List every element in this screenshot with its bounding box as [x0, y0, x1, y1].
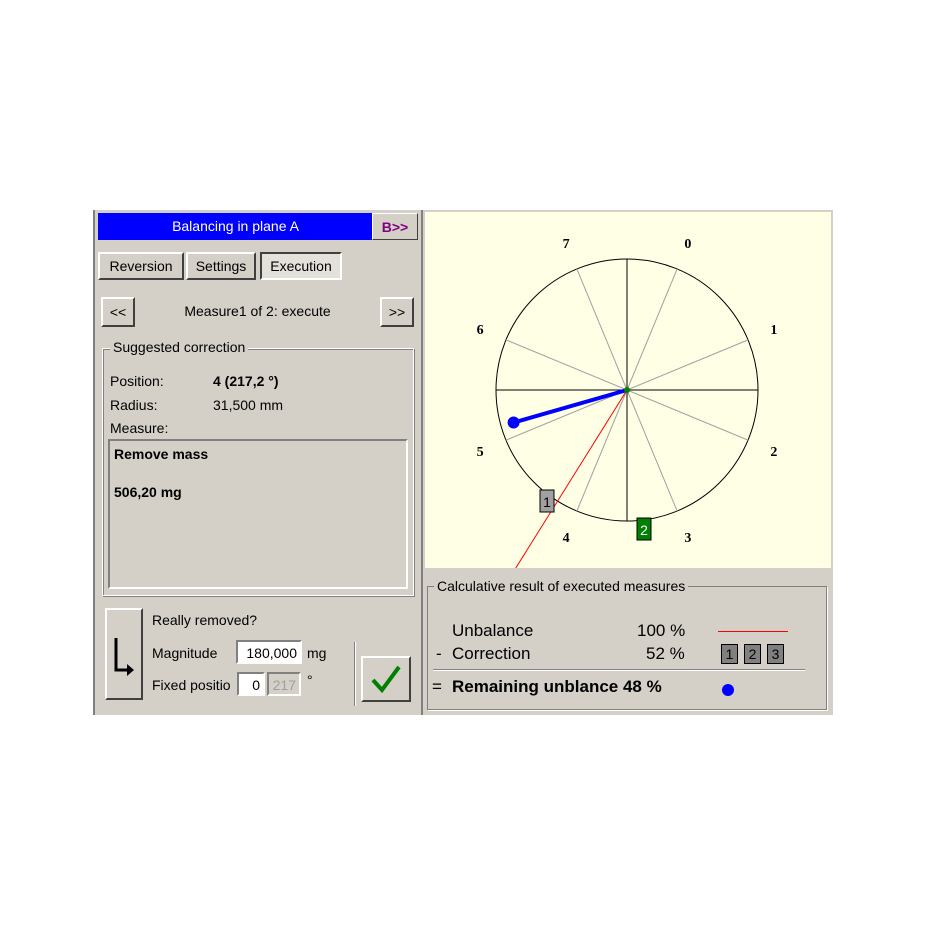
remaining-dot-legend: [722, 684, 734, 696]
position-label: 0: [684, 237, 691, 252]
plane-b-button[interactable]: B>>: [372, 213, 418, 240]
position-label: 4: [563, 531, 570, 546]
fixed-position-label: Fixed positio: [152, 677, 231, 693]
result-divider: [433, 669, 805, 671]
checkmark-icon: [371, 665, 401, 694]
suggested-correction-title: Suggested correction: [110, 339, 249, 355]
result-title: Calculative result of executed measures: [434, 578, 689, 594]
measure-instruction-box: Remove mass 506,20 mg: [108, 439, 408, 589]
fixed-angle-unit: °: [307, 672, 313, 688]
magnitude-unit: mg: [307, 645, 327, 661]
prev-measure-button[interactable]: <<: [101, 297, 135, 327]
correction-marker-label: 1: [543, 494, 551, 510]
unbalance-line-legend: [718, 631, 788, 632]
tab-reversion[interactable]: Reversion: [98, 252, 184, 280]
unbalance-value: 100 %: [637, 621, 686, 640]
confirm-button[interactable]: [361, 656, 411, 702]
position-label: 2: [770, 445, 777, 460]
polar-plot: 0 1 2 3 4 5 6 7 1 2: [425, 212, 831, 568]
left-panel: Balancing in plane A B>> Reversion Setti…: [93, 210, 419, 715]
measure-step-label: Measure1 of 2: execute: [184, 303, 331, 319]
correction-box: 2: [744, 644, 761, 664]
correction-marker-label: 2: [640, 522, 648, 538]
really-removed-label: Really removed?: [152, 612, 258, 628]
fixed-position-input[interactable]: 0: [237, 672, 265, 696]
separator: [354, 642, 356, 706]
position-label: 3: [684, 531, 691, 546]
position-label: 6: [477, 323, 484, 338]
polar-diagram: 0 1 2 3 4 5 6 7 1 2: [477, 237, 777, 568]
correction-value: 52 %: [646, 644, 685, 663]
position-label: Position:: [110, 373, 164, 389]
correction-box: 1: [721, 644, 738, 664]
radius-label: Radius:: [110, 397, 158, 413]
measure-mass: 506,20 mg: [114, 484, 182, 500]
title-bar: Balancing in plane A B>>: [98, 213, 418, 240]
fixed-angle-input: 217: [267, 672, 301, 696]
remaining-dot: [507, 416, 520, 429]
right-panel: 0123456712 Calculative result of execute…: [421, 210, 833, 715]
position-label: 7: [563, 237, 570, 252]
measure-action: Remove mass: [114, 446, 209, 462]
magnitude-label: Magnitude: [152, 645, 218, 661]
position-label: 5: [477, 445, 484, 460]
center-dot: [624, 387, 630, 393]
magnitude-input[interactable]: 180,000: [236, 640, 302, 664]
window-title: Balancing in plane A: [172, 218, 299, 234]
correction-label: Correction: [452, 644, 531, 663]
radius-value: 31,500 mm: [213, 397, 284, 413]
unbalance-label: Unbalance: [452, 621, 534, 640]
position-value: 4 (217,2 °): [213, 373, 279, 389]
correction-box: 3: [767, 644, 784, 664]
enter-arrow-icon: [114, 638, 134, 676]
next-measure-button[interactable]: >>: [380, 297, 414, 327]
position-label: 1: [770, 323, 777, 338]
balancing-app: Balancing in plane A B>> Reversion Setti…: [93, 210, 833, 715]
correction-prefix: -: [436, 644, 442, 663]
remaining-prefix: =: [432, 677, 442, 696]
tab-execution[interactable]: Execution: [260, 252, 342, 280]
tab-settings[interactable]: Settings: [186, 252, 256, 280]
remaining-label: Remaining unblance 48 %: [452, 677, 662, 696]
enter-arrow-button[interactable]: [105, 608, 143, 700]
measure-label: Measure:: [110, 420, 169, 436]
